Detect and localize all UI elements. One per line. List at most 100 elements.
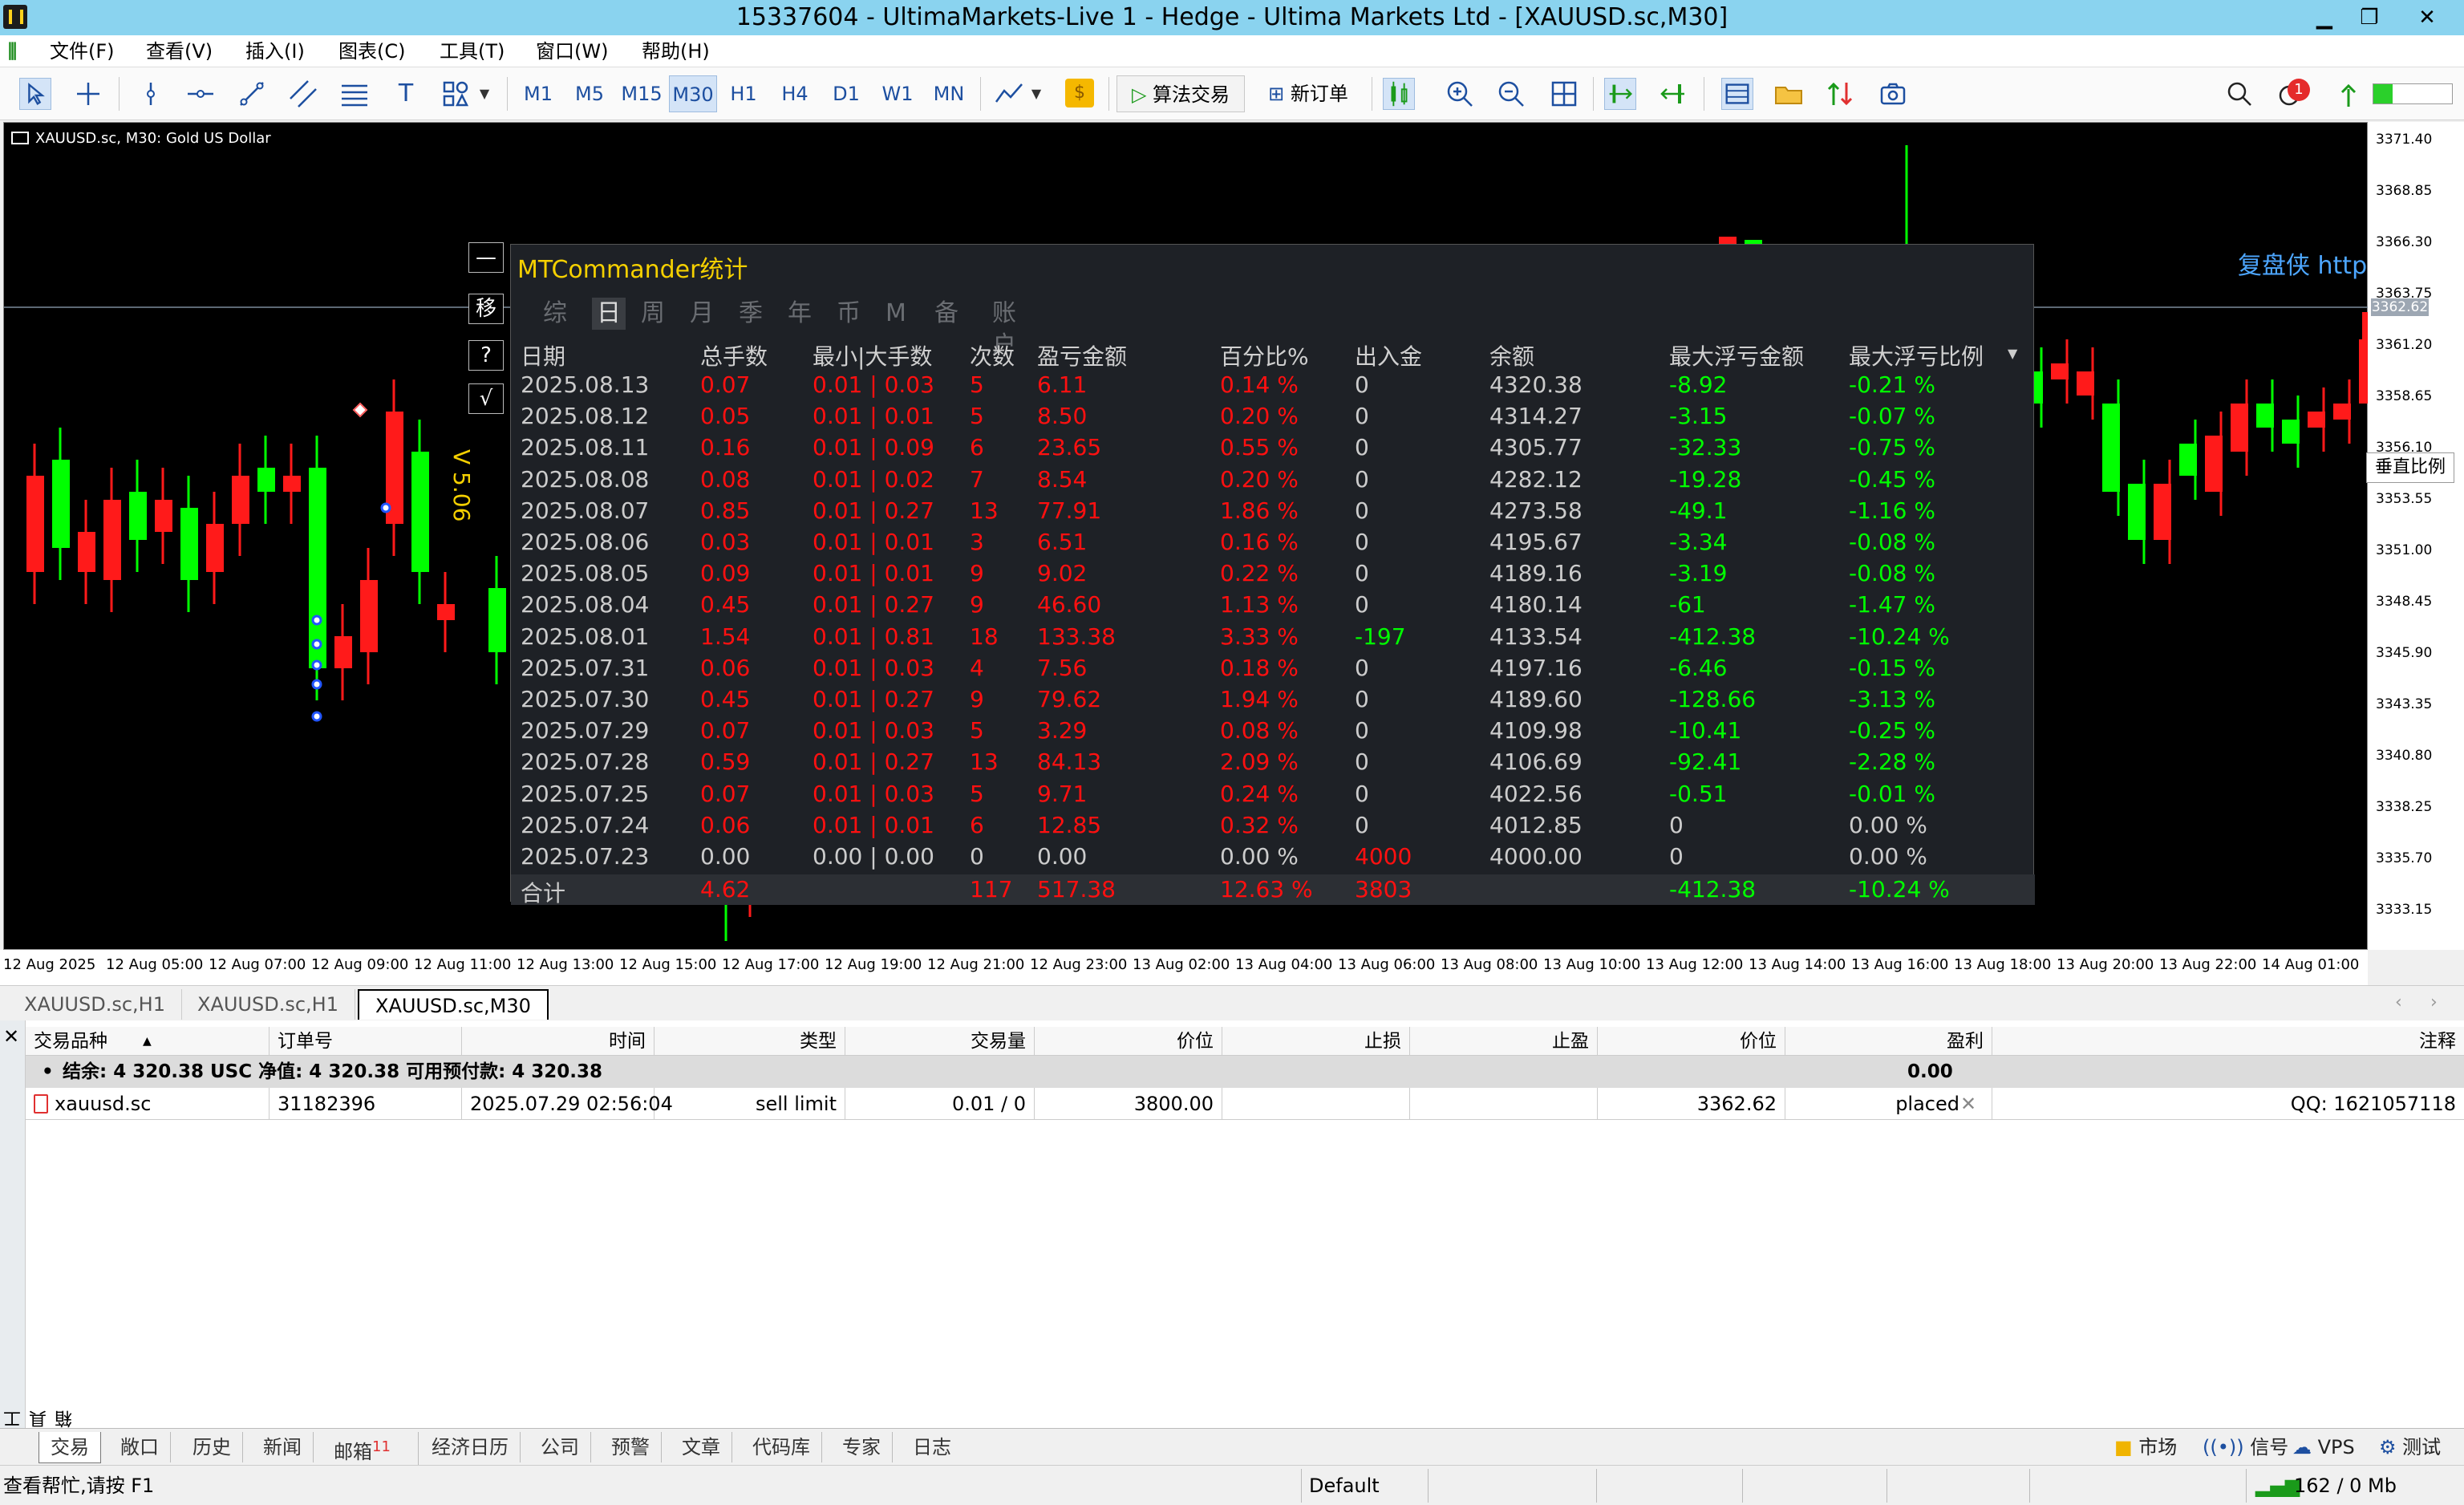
menu-insert[interactable]: 插入(I): [245, 35, 305, 67]
tab-history[interactable]: 历史: [181, 1432, 243, 1462]
tester-link[interactable]: ⚙ 测试: [2379, 1432, 2441, 1462]
tab-journal[interactable]: 日志: [902, 1432, 962, 1462]
col-current-price[interactable]: 价位: [1598, 1027, 1785, 1056]
tab-articles[interactable]: 文章: [671, 1432, 732, 1462]
chart-tab-xauusd-m30[interactable]: XAUUSD.sc,M30: [358, 989, 549, 1020]
panel-tab[interactable]: 备: [934, 298, 958, 330]
chart-icon[interactable]: ⫼: [8, 35, 17, 67]
menu-help[interactable]: 帮助(H): [642, 35, 710, 67]
indicators-icon[interactable]: [993, 78, 1025, 110]
data-window-icon[interactable]: [1824, 78, 1856, 110]
vertical-scale-button[interactable]: 垂直比例: [2366, 452, 2454, 483]
tab-scroll-left-icon[interactable]: ‹: [2395, 992, 2402, 1012]
col-symbol[interactable]: 交易品种 ▲: [26, 1027, 270, 1056]
tf-m1[interactable]: M1: [518, 75, 558, 112]
fibonacci-icon[interactable]: [338, 78, 371, 110]
price-axis[interactable]: 3371.40 3368.85 3366.30 3363.75 3361.20 3358.…: [2368, 122, 2464, 950]
chevron-down-icon[interactable]: ▼: [2008, 346, 2017, 361]
tf-m15[interactable]: M15: [618, 75, 666, 112]
panel-confirm-button[interactable]: √: [468, 383, 504, 414]
algo-trading-button[interactable]: ▷ 算法交易: [1116, 75, 1245, 112]
menu-file[interactable]: 文件(F): [50, 35, 115, 67]
col-tp[interactable]: 止盈: [1410, 1027, 1598, 1056]
time-axis[interactable]: 12 Aug 2025 12 Aug 05:00 12 Aug 07:00 12 Au…: [0, 950, 2368, 985]
vertical-line-icon[interactable]: [135, 78, 167, 110]
shapes-icon[interactable]: [440, 78, 472, 110]
dollar-icon[interactable]: $: [1065, 79, 1094, 108]
panel-minimize-button[interactable]: —: [468, 242, 504, 273]
order-row[interactable]: xauusd.sc 31182396 2025.07.29 02:56:04 s…: [26, 1088, 2464, 1120]
panel-tab[interactable]: 季: [739, 298, 763, 330]
navigator-icon[interactable]: [1773, 78, 1805, 110]
crosshair-icon[interactable]: [72, 78, 104, 110]
tab-exposure[interactable]: 敞口: [109, 1432, 171, 1462]
panel-tab[interactable]: M: [886, 298, 906, 330]
menu-view[interactable]: 查看(V): [146, 35, 213, 67]
signals-link[interactable]: ((•)) 信号: [2203, 1432, 2288, 1462]
autoscroll-icon[interactable]: [1604, 78, 1636, 110]
chevron-down-icon[interactable]: ▼: [476, 75, 492, 112]
panel-move-button[interactable]: 移: [468, 294, 504, 324]
order-sl[interactable]: [1222, 1088, 1410, 1120]
close-button[interactable]: ✕: [2392, 2, 2462, 34]
menu-tools[interactable]: 工具(T): [440, 35, 505, 67]
tf-m5[interactable]: M5: [569, 75, 610, 112]
tab-news[interactable]: 新闻: [252, 1432, 314, 1462]
chevron-down-icon[interactable]: ▼: [1028, 75, 1044, 112]
tf-d1[interactable]: D1: [826, 75, 866, 112]
tab-calendar[interactable]: 经济日历: [420, 1432, 521, 1462]
tab-trade[interactable]: 交易: [38, 1432, 101, 1463]
tab-company[interactable]: 公司: [529, 1432, 591, 1462]
tab-mailbox[interactable]: 邮箱11: [322, 1432, 419, 1467]
panel-tab[interactable]: 月: [690, 298, 714, 330]
panel-help-button[interactable]: ?: [468, 340, 504, 371]
panel-tab[interactable]: 周: [641, 298, 665, 330]
horizontal-line-icon[interactable]: [184, 78, 217, 110]
col-sl[interactable]: 止损: [1222, 1027, 1410, 1056]
order-tp[interactable]: [1410, 1088, 1598, 1120]
tf-h4[interactable]: H4: [775, 75, 815, 112]
col-price[interactable]: 价位: [1035, 1027, 1222, 1056]
vps-link[interactable]: ☁ VPS: [2292, 1432, 2355, 1462]
zoom-in-icon[interactable]: [1444, 78, 1476, 110]
cursor-icon[interactable]: [19, 78, 51, 110]
tab-experts[interactable]: 专家: [831, 1432, 893, 1462]
search-icon[interactable]: [2223, 78, 2255, 110]
chart-tab-xauusd-h1-2[interactable]: XAUUSD.sc,H1: [181, 989, 355, 1020]
fupan-link[interactable]: 复盘侠 http:: [2238, 245, 2375, 281]
col-time[interactable]: 时间: [462, 1027, 654, 1056]
menu-window[interactable]: 窗口(W): [536, 35, 608, 67]
candles-icon[interactable]: [1383, 78, 1415, 110]
tf-m30[interactable]: M30: [669, 75, 717, 112]
tf-h1[interactable]: H1: [723, 75, 764, 112]
text-tool-icon[interactable]: T: [391, 75, 420, 112]
tf-w1[interactable]: W1: [877, 75, 918, 112]
panel-tab[interactable]: 综: [543, 298, 567, 330]
col-type[interactable]: 类型: [654, 1027, 845, 1056]
tab-alerts[interactable]: 预警: [600, 1432, 662, 1462]
chart-tab-xauusd-h1[interactable]: XAUUSD.sc,H1: [8, 989, 182, 1020]
menu-charts[interactable]: 图表(C): [338, 35, 405, 67]
panel-tab[interactable]: 日: [592, 298, 626, 330]
channel-icon[interactable]: [287, 78, 319, 110]
tab-codebase[interactable]: 代码库: [741, 1432, 822, 1462]
market-link[interactable]: ■ 市场: [2114, 1432, 2177, 1462]
new-order-button[interactable]: ⊞ 新订单: [1256, 75, 1360, 112]
restore-button[interactable]: ❐: [2347, 2, 2392, 34]
tf-mn[interactable]: MN: [929, 75, 969, 112]
screenshot-icon[interactable]: [1877, 78, 1909, 110]
zoom-out-icon[interactable]: [1495, 78, 1527, 110]
col-comment[interactable]: 注释: [1992, 1027, 2464, 1056]
delete-order-icon[interactable]: ✕: [1960, 1088, 1976, 1120]
col-profit[interactable]: 盈利: [1785, 1027, 1992, 1056]
panel-tab[interactable]: 币: [837, 298, 861, 330]
tab-scroll-right-icon[interactable]: ›: [2430, 992, 2438, 1012]
market-watch-icon[interactable]: [1721, 78, 1753, 110]
panel-tab[interactable]: 年: [788, 298, 812, 330]
tile-windows-icon[interactable]: [1548, 78, 1580, 110]
col-ticket[interactable]: 订单号: [270, 1027, 462, 1056]
chart-shift-icon[interactable]: [1657, 78, 1689, 110]
close-icon[interactable]: ✕: [3, 1025, 19, 1048]
col-volume[interactable]: 交易量: [845, 1027, 1035, 1056]
trend-line-icon[interactable]: [236, 78, 268, 110]
